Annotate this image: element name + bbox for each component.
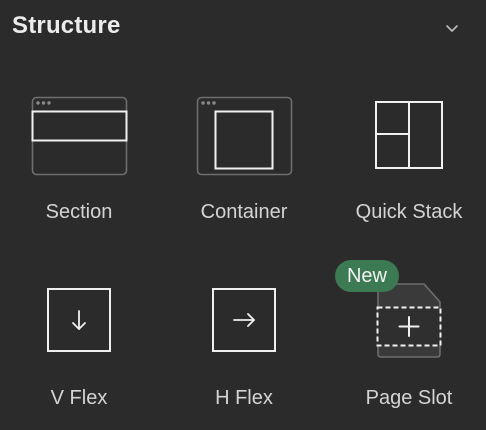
arrow-right-icon [233,313,255,327]
collapse-toggle[interactable] [438,16,466,42]
v-flex-label: V Flex [50,387,108,409]
panel-title: Structure [12,12,121,39]
h-flex-icon [169,276,319,386]
page-slot-label: Page Slot [365,387,453,409]
v-flex-tile[interactable]: V Flex [4,276,154,426]
container-icon [169,90,319,200]
container-tile[interactable]: Container [169,90,319,240]
arrow-down-icon [72,310,86,330]
container-label: Container [200,201,288,223]
page-slot-tile[interactable]: Page Slot [334,276,484,426]
chevron-down-icon [446,25,458,32]
v-flex-icon [4,276,154,386]
section-tile[interactable]: Section [4,90,154,240]
new-badge: New [335,260,399,292]
quick-stack-icon [334,90,484,200]
quick-stack-tile[interactable]: Quick Stack [334,90,484,240]
section-label: Section [45,201,113,223]
h-flex-tile[interactable]: H Flex [169,276,319,426]
page-slot-icon [334,276,484,386]
structure-panel-header: Structure [0,0,486,58]
quick-stack-label: Quick Stack [355,201,463,223]
section-icon [4,90,154,200]
h-flex-label: H Flex [215,387,273,409]
